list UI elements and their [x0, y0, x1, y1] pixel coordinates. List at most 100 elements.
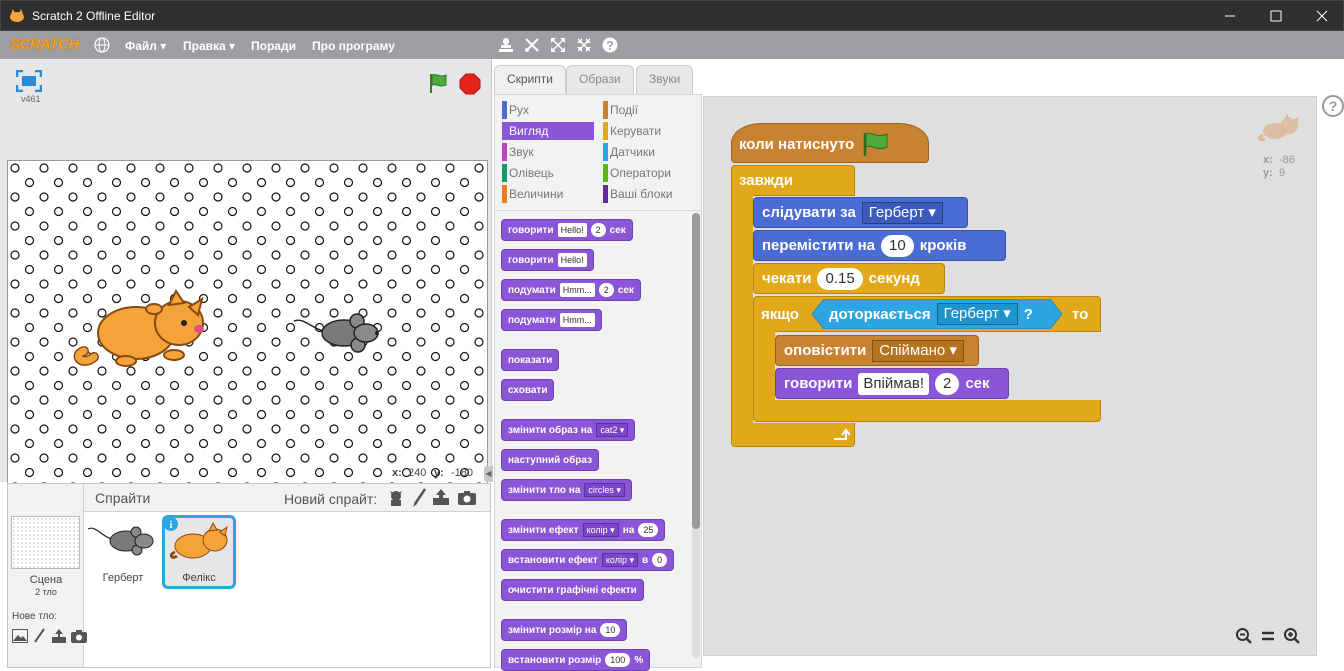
paint-backdrop-icon[interactable] [32, 628, 46, 644]
block-hide[interactable]: сховати [501, 379, 555, 401]
block-switch-backdrop[interactable]: змінити тло на circles ▾ [501, 479, 632, 501]
camera-sprite-icon[interactable] [458, 490, 476, 505]
zoom-reset-icon[interactable] [1261, 628, 1275, 644]
mouse-thumbnail-icon [87, 526, 154, 556]
sprite-x-value: -86 [1279, 154, 1295, 166]
maximize-button[interactable] [1253, 1, 1299, 31]
block-say[interactable]: говорити Hello! [501, 249, 594, 271]
help-button[interactable]: ? [1322, 95, 1344, 117]
globe-icon[interactable] [94, 37, 110, 53]
stop-icon[interactable] [459, 73, 481, 95]
file-menu[interactable]: Файл ▾ [125, 39, 166, 53]
sprite-y-label: y: [1263, 167, 1273, 179]
svg-text:?: ? [606, 39, 613, 53]
sprites-title: Спрайти [95, 490, 151, 506]
category-control[interactable]: Керувати [603, 122, 695, 140]
block-clear-effects[interactable]: очистити графічні ефекти [501, 579, 644, 601]
mouse-x-label: x: [392, 467, 402, 479]
sprite-thumbnail-herbert[interactable]: Герберт [86, 515, 160, 589]
collapse-stage-arrow[interactable]: ◀ [484, 466, 493, 482]
scene-backdrops-count: 2 тло [35, 587, 57, 597]
loop-arrow-icon [834, 428, 850, 440]
delete-scissors-icon[interactable] [524, 37, 540, 53]
block-follow[interactable]: слідувати за Герберт ▾ [753, 197, 968, 228]
mouse-y-label: y: [434, 467, 444, 479]
scripts-area[interactable]: коли натиснуто завжди слідувати за Гербер… [703, 96, 1317, 656]
category-sensing[interactable]: Датчики [603, 143, 695, 161]
svg-text:i: i [170, 520, 173, 531]
green-flag-icon[interactable] [427, 72, 449, 94]
scene-thumbnail[interactable] [11, 516, 80, 569]
category-events[interactable]: Події [603, 101, 695, 119]
palette-divider [495, 210, 701, 211]
block-show[interactable]: показати [501, 349, 560, 371]
tab-scripts[interactable]: Скрипти [494, 65, 566, 97]
category-variables[interactable]: Величини [502, 185, 594, 203]
scratch-cat-icon [10, 9, 24, 22]
block-wait[interactable]: чекати 0.15 секунд [753, 263, 945, 294]
tab-sounds[interactable]: Звуки [636, 65, 694, 95]
about-menu[interactable]: Про програму [312, 39, 395, 53]
sprites-header: Спрайти Новий спрайт: [84, 484, 490, 512]
upload-backdrop-icon[interactable] [51, 628, 67, 644]
block-palette: Рух Вигляд Звук Олівець Величини Події К… [494, 94, 702, 671]
menu-bar: SCRATCH Файл ▾ Правка ▾ Поради Про прогр… [0, 31, 1344, 59]
stage-area: v461 x: 240 y: -180 [0, 59, 492, 522]
shrink-icon[interactable] [576, 37, 592, 53]
scene-panel: Сцена 2 тло Нове тло: [8, 484, 87, 667]
block-broadcast[interactable]: оповістити Спіймано ▾ [775, 335, 979, 366]
block-say-for-secs[interactable]: говорити Впіймав! 2 сек [775, 368, 1009, 399]
fullscreen-icon[interactable] [16, 70, 42, 92]
tips-menu[interactable]: Поради [251, 39, 296, 53]
block-set-effect[interactable]: встановити ефект колір ▾ в 0 [501, 549, 675, 571]
block-switch-costume[interactable]: змінити образ на cat2 ▾ [501, 419, 636, 441]
upload-sprite-icon[interactable] [432, 488, 450, 506]
help-icon[interactable]: ? [602, 37, 618, 53]
scene-label: Сцена [29, 574, 63, 586]
grow-icon[interactable] [550, 37, 566, 53]
palette-scrollbar-thumb[interactable] [692, 213, 700, 529]
scratch-logo[interactable]: SCRATCH [10, 36, 80, 54]
block-think[interactable]: подумати Hmm... [501, 309, 602, 331]
sprite-library-icon[interactable] [387, 489, 405, 507]
zoom-in-icon[interactable] [1284, 628, 1300, 644]
block-touching[interactable]: доторкається Герберт ▾? [821, 299, 1041, 329]
if-arm [753, 331, 775, 401]
zoom-out-icon[interactable] [1236, 628, 1252, 644]
backdrop-library-icon[interactable] [12, 629, 28, 643]
title-bar: Scratch 2 Offline Editor [0, 0, 1344, 31]
category-looks[interactable]: Вигляд [502, 122, 594, 140]
category-motion[interactable]: Рух [502, 101, 594, 119]
minimize-button[interactable] [1207, 1, 1253, 31]
version-label: v461 [21, 94, 41, 104]
block-change-effect[interactable]: змінити ефект колір ▾ на 25 [501, 519, 666, 541]
paint-sprite-icon[interactable] [411, 488, 427, 508]
camera-backdrop-icon[interactable] [71, 629, 87, 643]
info-icon[interactable]: i [164, 517, 178, 531]
if-label: якщо [761, 305, 799, 323]
category-operators[interactable]: Оператори [603, 164, 695, 182]
block-next-costume[interactable]: наступний образ [501, 449, 600, 471]
sprite-name: Фелікс [182, 572, 216, 584]
window-title: Scratch 2 Offline Editor [32, 9, 156, 23]
sprite-thumbnail-felix[interactable]: i Фелікс [162, 515, 236, 589]
block-think-for-secs[interactable]: подумати Hmm... 2 сек [501, 279, 641, 301]
sprite-library: Сцена 2 тло Нове тло: Спрайти Новий спра… [7, 483, 491, 668]
category-more-blocks[interactable]: Ваші блоки [603, 185, 695, 203]
edit-menu[interactable]: Правка ▾ [183, 39, 235, 53]
dropdown-arrow-icon: ▾ [229, 39, 236, 53]
if-foot [753, 400, 1101, 422]
dropdown-arrow-icon: ▾ [160, 39, 167, 53]
green-flag-icon [863, 132, 888, 156]
forever-arm [731, 195, 753, 425]
tab-costumes[interactable]: Образи [566, 65, 634, 95]
forever-label: завжди [739, 172, 794, 189]
block-change-size[interactable]: змінити розмір на 10 [501, 619, 628, 641]
block-move[interactable]: перемістити на 10 кроків [753, 230, 1006, 261]
new-backdrop-label: Нове тло: [12, 611, 57, 622]
close-button[interactable] [1299, 1, 1344, 31]
category-pen[interactable]: Олівець [502, 164, 594, 182]
duplicate-stamp-icon[interactable] [498, 37, 514, 53]
category-sound[interactable]: Звук [502, 143, 594, 161]
block-say-for-secs[interactable]: говорити Hello! 2 сек [501, 219, 633, 241]
